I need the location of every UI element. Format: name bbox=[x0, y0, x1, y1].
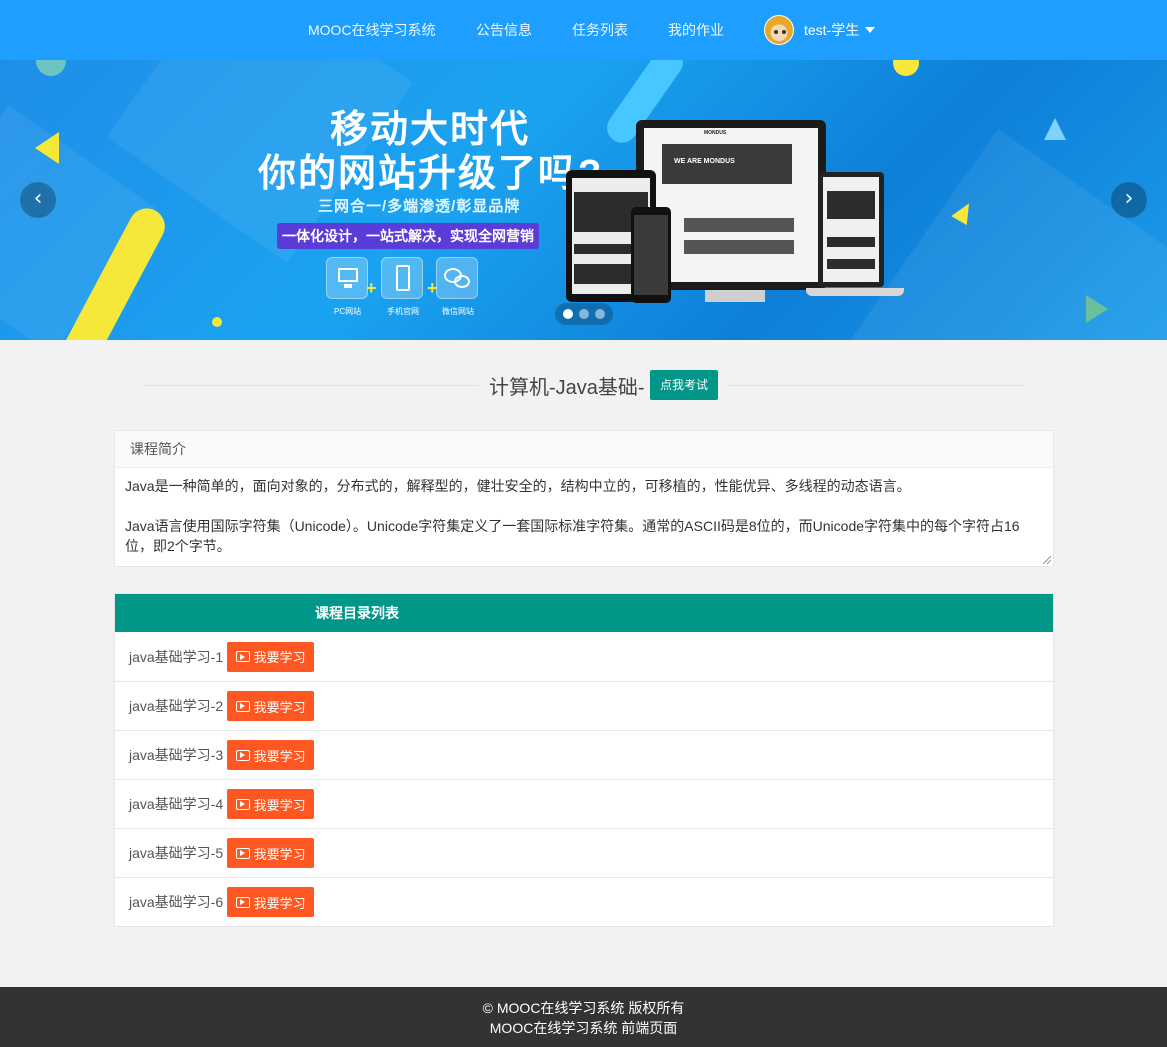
banner-headline: 你的网站升级了吗? bbox=[258, 153, 604, 195]
start-study-button[interactable]: 我要学习 bbox=[227, 641, 315, 672]
footer-subtext: MOOC在线学习系统 前端页面 bbox=[489, 1020, 678, 1036]
course-catalog-table: 课程目录列表 java基础学习-1 我要学习 java基础学习-2 我要学习 java基… bbox=[114, 593, 1054, 927]
carousel-indicators bbox=[555, 303, 613, 325]
wechat-icon bbox=[436, 257, 478, 299]
user-menu[interactable]: test-学生 bbox=[764, 14, 876, 46]
caret-down-icon bbox=[865, 27, 876, 33]
course-title: 计算机-Java基础- bbox=[489, 377, 645, 399]
next-slide-button[interactable]: › bbox=[1111, 182, 1147, 218]
start-study-button[interactable]: 我要学习 bbox=[227, 740, 315, 770]
course-intro-card: 课程简介 Java是一种简单的，面向对象的，分布式的，解释型的，健壮安全的，结构… bbox=[114, 430, 1054, 567]
user-name: test-学生 bbox=[804, 22, 860, 38]
banner-decoration bbox=[848, 128, 1167, 340]
banner-decoration bbox=[35, 132, 59, 164]
laptop-illustration bbox=[818, 172, 884, 287]
nav-item-homework[interactable]: 我的作业 bbox=[668, 0, 724, 60]
study-button-label: 我要学习 bbox=[253, 797, 306, 813]
nav-item-announcements[interactable]: 公告信息 bbox=[476, 0, 532, 60]
device-logo-text: MONDUS bbox=[704, 130, 727, 136]
lesson-title: java基础学习-3 bbox=[129, 747, 224, 763]
banner-decoration bbox=[36, 60, 66, 76]
pc-icon bbox=[326, 257, 368, 299]
carousel-dot[interactable] bbox=[579, 309, 589, 319]
carousel-dot[interactable] bbox=[595, 309, 605, 319]
lesson-title: java基础学习-6 bbox=[129, 894, 224, 910]
study-button-label: 我要学习 bbox=[253, 748, 306, 764]
course-intro-textarea[interactable]: Java是一种简单的，面向对象的，分布式的，解释型的，健壮安全的，结构中立的，可… bbox=[115, 468, 1053, 566]
play-video-icon bbox=[235, 847, 250, 859]
study-button-label: 我要学习 bbox=[253, 650, 306, 665]
nav-item-tasks[interactable]: 任务列表 bbox=[572, 0, 628, 60]
lesson-title: java基础学习-5 bbox=[129, 845, 224, 861]
banner-decoration bbox=[212, 317, 222, 327]
avatar bbox=[764, 15, 794, 45]
mobile-icon bbox=[381, 257, 423, 299]
pc-icon-label: PC网站 bbox=[334, 307, 362, 316]
banner-decoration bbox=[1086, 295, 1108, 323]
banner-tagline: 一体化设计，一站式解决，实现全网营销 bbox=[277, 223, 539, 249]
nav-item-home[interactable]: MOOC在线学习系统 bbox=[308, 0, 436, 60]
catalog-header: 课程目录列表 bbox=[115, 594, 1053, 632]
start-study-button[interactable]: 我要学习 bbox=[227, 691, 315, 721]
lesson-title: java基础学习-4 bbox=[129, 796, 224, 812]
top-nav: MOOC在线学习系统 公告信息 任务列表 我的作业 test-学生 bbox=[0, 0, 1167, 60]
start-study-button[interactable]: 我要学习 bbox=[227, 887, 315, 917]
study-button-label: 我要学习 bbox=[253, 895, 306, 911]
table-row: java基础学习-5 我要学习 bbox=[115, 828, 1053, 877]
study-button-label: 我要学习 bbox=[253, 846, 306, 862]
catalog-rows: java基础学习-1 我要学习 java基础学习-2 我要学习 java基础学习-3 我要… bbox=[115, 632, 1053, 926]
play-video-icon bbox=[235, 896, 250, 908]
banner-decoration bbox=[1044, 118, 1066, 140]
start-study-button[interactable]: 我要学习 bbox=[227, 789, 315, 819]
plus-icon: + bbox=[366, 278, 377, 298]
play-video-icon bbox=[235, 700, 250, 712]
resize-handle-icon[interactable] bbox=[1043, 556, 1051, 564]
laptop-base bbox=[806, 288, 904, 296]
title-divider bbox=[728, 385, 1024, 386]
carousel-dot[interactable] bbox=[563, 309, 573, 319]
play-video-icon bbox=[235, 798, 250, 810]
wechat-icon-label: 微信网站 bbox=[442, 307, 474, 316]
banner-subline: 三网合一/多端渗透/彰显品牌 bbox=[318, 198, 521, 215]
table-row: java基础学习-2 我要学习 bbox=[115, 681, 1053, 730]
footer: © MOOC在线学习系统 版权所有 MOOC在线学习系统 前端页面 bbox=[0, 987, 1167, 1047]
mobile-icon-label: 手机官网 bbox=[387, 307, 419, 316]
play-video-icon bbox=[235, 651, 250, 662]
study-button-label: 我要学习 bbox=[253, 699, 306, 715]
table-row: java基础学习-1 我要学习 bbox=[115, 632, 1053, 681]
table-row: java基础学习-4 我要学习 bbox=[115, 779, 1053, 828]
monitor-stand bbox=[705, 290, 765, 302]
lesson-title: java基础学习-2 bbox=[129, 698, 224, 714]
table-row: java基础学习-3 我要学习 bbox=[115, 730, 1053, 779]
prev-slide-button[interactable]: ‹ bbox=[20, 182, 56, 218]
banner-decoration bbox=[893, 60, 919, 76]
phone-illustration bbox=[631, 207, 671, 303]
lesson-title: java基础学习-1 bbox=[129, 648, 224, 665]
start-study-button[interactable]: 我要学习 bbox=[227, 838, 315, 868]
device-hero-text: WE ARE MONDUS bbox=[674, 158, 735, 165]
banner-carousel: 移动大时代 你的网站升级了吗? 三网合一/多端渗透/彰显品牌 一体化设计，一站式… bbox=[0, 60, 1167, 340]
table-row: java基础学习-6 我要学习 bbox=[115, 877, 1053, 926]
course-intro-header: 课程简介 bbox=[115, 431, 1053, 468]
copyright-text: © MOOC在线学习系统 版权所有 bbox=[482, 1000, 685, 1016]
play-video-icon bbox=[235, 749, 250, 761]
take-exam-button[interactable]: 点我考试 bbox=[650, 370, 718, 400]
title-divider bbox=[144, 385, 479, 386]
